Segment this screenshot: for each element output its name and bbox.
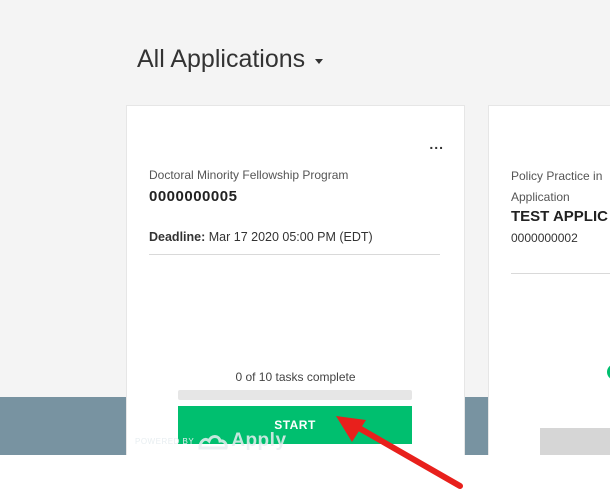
page-title: All Applications xyxy=(137,45,306,73)
more-options-icon[interactable]: ... xyxy=(429,136,444,152)
powered-by: POWERED BY Apply xyxy=(135,430,287,452)
application-title: TEST APPLIC xyxy=(511,208,608,225)
program-name: Doctoral Minority Fellowship Program xyxy=(149,168,349,182)
application-card-partial: Policy Practice in Application TEST APPL… xyxy=(489,106,610,455)
apply-logo-text: Apply xyxy=(231,430,287,451)
program-name: Policy Practice in Application xyxy=(511,166,602,208)
program-name-line2: Application xyxy=(511,190,570,204)
deadline-label: Deadline: xyxy=(149,230,206,244)
program-name-line1: Policy Practice in xyxy=(511,169,603,183)
application-number: 0000000002 xyxy=(511,231,578,245)
application-card: ... Doctoral Minority Fellowship Program… xyxy=(127,106,464,455)
card-action-button[interactable] xyxy=(540,428,610,455)
deadline-value: Mar 17 2020 05:00 PM (EDT) xyxy=(208,230,373,244)
apply-logo: Apply xyxy=(198,430,286,452)
main-content: All Applications ... Doctoral Minority F… xyxy=(0,0,610,455)
chevron-down-icon xyxy=(315,59,324,64)
task-progress-bar xyxy=(178,390,412,400)
powered-by-label: POWERED BY xyxy=(135,436,195,446)
red-arrow-icon xyxy=(336,416,463,489)
applications-filter-dropdown[interactable]: All Applications xyxy=(137,45,324,74)
divider xyxy=(149,254,440,255)
apply-logo-icon xyxy=(198,435,228,450)
tasks-status: 0 of 10 tasks complete xyxy=(235,370,356,384)
divider xyxy=(511,273,610,274)
deadline: Deadline: Mar 17 2020 05:00 PM (EDT) xyxy=(149,230,373,244)
application-number: 0000000005 xyxy=(149,188,238,205)
